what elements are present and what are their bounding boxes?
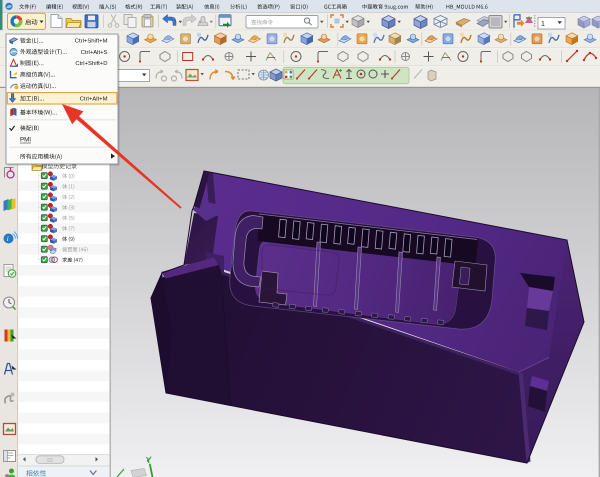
- svg-text:Ctrl+Alt+M: Ctrl+Alt+M: [80, 97, 108, 103]
- svg-text:PMI: PMI: [20, 137, 31, 144]
- svg-text:1: 1: [541, 21, 545, 28]
- svg-text:Ctrl+Shift+D: Ctrl+Shift+D: [75, 61, 107, 67]
- svg-text:Ctrl+Alt+S: Ctrl+Alt+S: [81, 50, 108, 56]
- svg-text:i: i: [7, 235, 9, 243]
- svg-text:Ctrl+Shift+M: Ctrl+Shift+M: [75, 39, 108, 45]
